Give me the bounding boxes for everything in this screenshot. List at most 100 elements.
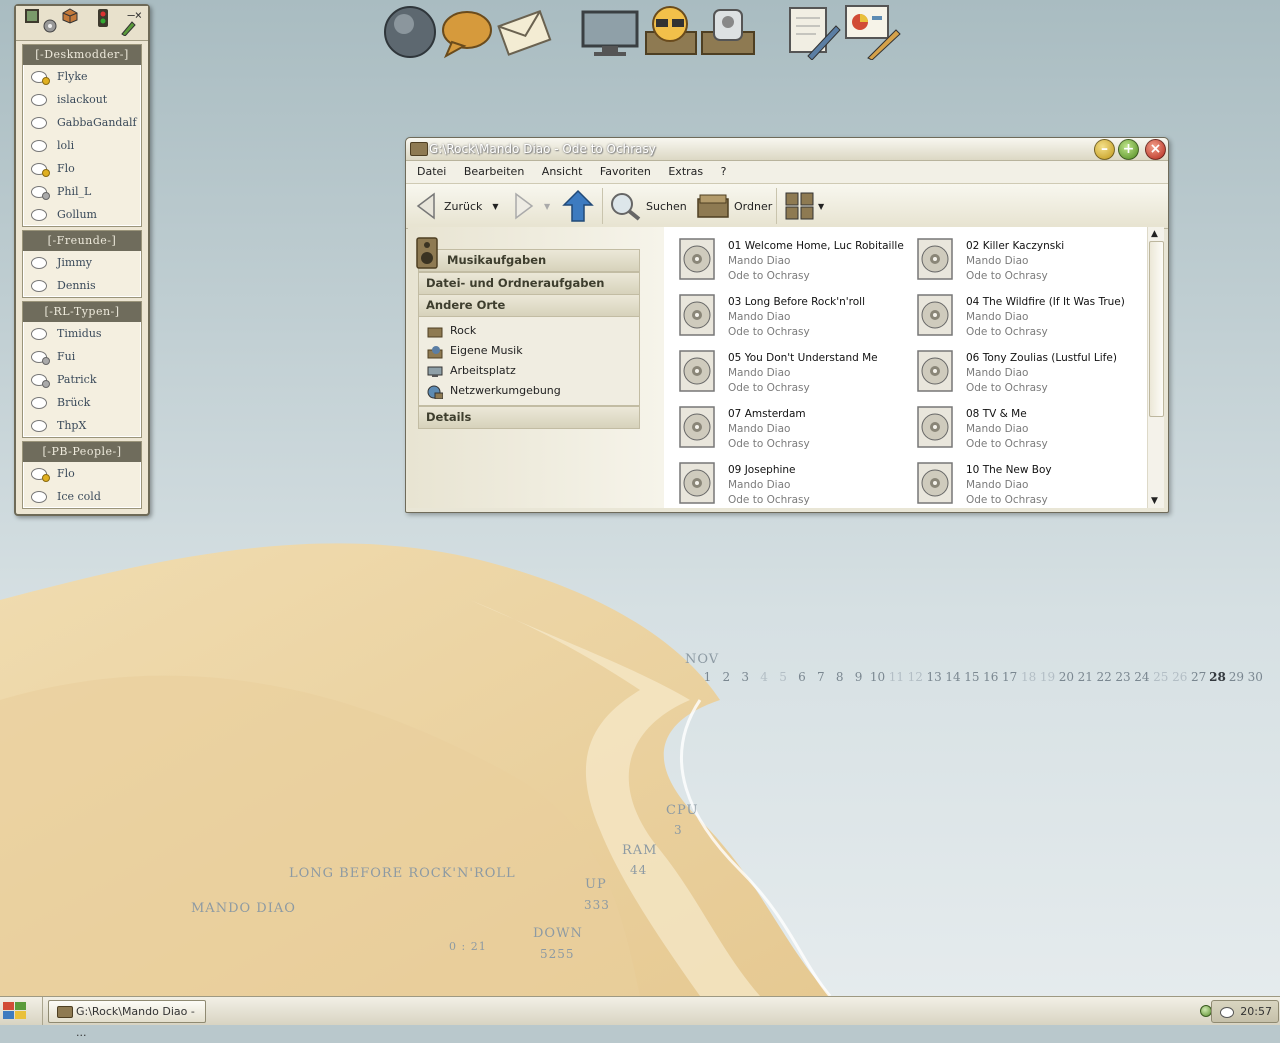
file-folder-tasks-header[interactable]: Datei- und Ordneraufgaben [418, 272, 640, 295]
computer-icon [427, 365, 443, 377]
file-item[interactable]: 02 Killer Kaczynski Mando Diao Ode to Ochr… [910, 231, 1148, 287]
folders-button[interactable]: Ordner [696, 184, 772, 228]
buddy-item[interactable]: Gollum [23, 203, 141, 226]
search-button[interactable]: Suchen [608, 184, 687, 228]
buddy-item[interactable]: Patrick [23, 368, 141, 391]
buddy-item[interactable]: Fui [23, 345, 141, 368]
views-button[interactable]: ▼ [784, 184, 824, 228]
calendar-day: 22 [1096, 670, 1112, 684]
buddy-group-header[interactable]: [-Freunde-] [23, 231, 141, 251]
place-eigene-musik[interactable]: Eigene Musik [419, 341, 639, 361]
music-tasks-header[interactable]: Musikaufgaben [418, 249, 640, 272]
close-button[interactable]: × [1145, 139, 1166, 160]
minimize-button[interactable]: – [1094, 139, 1115, 160]
file-name: 03 Long Before Rock'n'roll [728, 296, 865, 308]
buddy-group-header[interactable]: [-Deskmodder-] [23, 45, 141, 65]
place-label: Rock [450, 324, 477, 337]
place-arbeitsplatz[interactable]: Arbeitsplatz [419, 361, 639, 381]
buddy-group: [-PB-People-] Flo Ice cold [22, 441, 142, 509]
vertical-scrollbar[interactable]: ▲ ▼ [1147, 227, 1164, 508]
scroll-up-icon[interactable]: ▲ [1151, 229, 1158, 239]
ram-value: 44 [630, 863, 648, 877]
buddy-item[interactable]: Flyke [23, 65, 141, 88]
menu-ansicht[interactable]: Ansicht [535, 161, 590, 183]
buddy-item[interactable]: Phil_L [23, 180, 141, 203]
chat-bubble-icon [31, 117, 47, 129]
documents-edit-icon[interactable] [786, 2, 842, 60]
file-item[interactable]: 08 TV & Me Mando Diao Ode to Ochrasy [910, 399, 1148, 455]
menu-datei[interactable]: Datei [410, 161, 453, 183]
scroll-down-icon[interactable]: ▼ [1151, 496, 1158, 506]
chat-bubble-icon[interactable] [440, 2, 494, 60]
traffic-light-icon[interactable] [96, 8, 110, 31]
up-button[interactable] [562, 184, 594, 228]
start-button[interactable] [0, 997, 43, 1025]
buddy-group-header[interactable]: [-RL-Typen-] [23, 302, 141, 322]
forward-button[interactable]: ▼ [510, 184, 550, 228]
file-item[interactable]: 01 Welcome Home, Luc Robitaille Mando Dia… [672, 231, 910, 287]
back-label: Zurück [444, 199, 483, 213]
file-name: 04 The Wildfire (If It Was True) [966, 296, 1125, 308]
details-header[interactable]: Details [418, 406, 640, 429]
buddy-item[interactable]: Brück [23, 391, 141, 414]
file-item[interactable]: 07 Amsterdam Mando Diao Ode to Ochrasy [672, 399, 910, 455]
music-tasks-panel[interactable]: Musikaufgaben [418, 249, 640, 272]
buddy-name: Phil_L [57, 185, 92, 198]
buddy-name: islackout [57, 93, 108, 106]
file-album: Ode to Ochrasy [728, 326, 810, 338]
file-folder-tasks-panel[interactable]: Datei- und Ordneraufgaben [418, 272, 640, 295]
buddy-item[interactable]: islackout [23, 88, 141, 111]
file-item[interactable]: 06 Tony Zoulias (Lustful Life) Mando Diao… [910, 343, 1148, 399]
file-artist: Mando Diao [966, 311, 1029, 323]
buddy-item[interactable]: Ice cold [23, 485, 141, 508]
menu-help[interactable]: ? [714, 161, 734, 183]
mail-icon[interactable] [496, 2, 552, 60]
file-list: 01 Welcome Home, Luc Robitaille Mando Dia… [664, 227, 1148, 508]
hardware-icon[interactable] [698, 2, 758, 60]
buddy-item[interactable]: Flo [23, 462, 141, 485]
globe-icon[interactable] [382, 2, 438, 60]
forward-dropdown-icon[interactable]: ▼ [544, 202, 550, 211]
file-item[interactable]: 10 The New Boy Mando Diao Ode to Ochrasy [910, 455, 1148, 511]
gear-icon[interactable] [42, 18, 58, 37]
buddy-group-header[interactable]: [-PB-People-] [23, 442, 141, 462]
title-bar[interactable]: G:\Rock\Mando Diao - Ode to Ochrasy – + … [406, 138, 1168, 161]
buddy-item[interactable]: GabbaGandalf [23, 111, 141, 134]
file-item[interactable]: 09 Josephine Mando Diao Ode to Ochrasy [672, 455, 910, 511]
other-places-header[interactable]: Andere Orte [418, 294, 640, 317]
back-button[interactable]: Zurück ▼ [412, 184, 499, 228]
details-panel[interactable]: Details [418, 406, 640, 429]
place-rock[interactable]: Rock [419, 321, 639, 341]
messenger-icon[interactable] [1220, 1007, 1234, 1018]
buddy-item[interactable]: Timidus [23, 322, 141, 345]
buddy-item[interactable]: Jimmy [23, 251, 141, 274]
pencil-icon[interactable] [120, 20, 136, 39]
monitor-icon[interactable] [580, 2, 640, 60]
scroll-thumb[interactable] [1149, 241, 1164, 417]
buddy-item[interactable]: Dennis [23, 274, 141, 297]
clock[interactable]: 20:57 [1240, 1001, 1272, 1022]
presentation-icon[interactable] [842, 2, 904, 60]
picture-frame-icon[interactable] [24, 8, 40, 27]
buddy-item[interactable]: Flo [23, 157, 141, 180]
file-item[interactable]: 04 The Wildfire (If It Was True) Mando Di… [910, 287, 1148, 343]
file-item[interactable]: 05 You Don't Understand Me Mando Diao Ode … [672, 343, 910, 399]
file-item[interactable]: 03 Long Before Rock'n'roll Mando Diao Ode … [672, 287, 910, 343]
place-netzwerkumgebung[interactable]: Netzwerkumgebung [419, 381, 639, 401]
menu-favoriten[interactable]: Favoriten [593, 161, 658, 183]
menu-bearbeiten[interactable]: Bearbeiten [457, 161, 531, 183]
buddy-item[interactable]: ThpX [23, 414, 141, 437]
buddy-item[interactable]: loli [23, 134, 141, 157]
back-dropdown-icon[interactable]: ▼ [492, 202, 498, 211]
file-name: 08 TV & Me [966, 408, 1027, 420]
window-controls[interactable]: –× [128, 8, 142, 22]
calendar-day: 20 [1058, 670, 1074, 684]
file-album: Ode to Ochrasy [728, 438, 810, 450]
menu-extras[interactable]: Extras [661, 161, 710, 183]
maximize-button[interactable]: + [1118, 139, 1139, 160]
chat-bubble-icon [31, 257, 47, 269]
views-dropdown-icon[interactable]: ▼ [818, 202, 824, 211]
user-glasses-icon[interactable] [640, 2, 700, 60]
taskbar-window-button[interactable]: G:\Rock\Mando Diao - ... [48, 1000, 206, 1039]
cube-icon[interactable] [62, 8, 78, 27]
